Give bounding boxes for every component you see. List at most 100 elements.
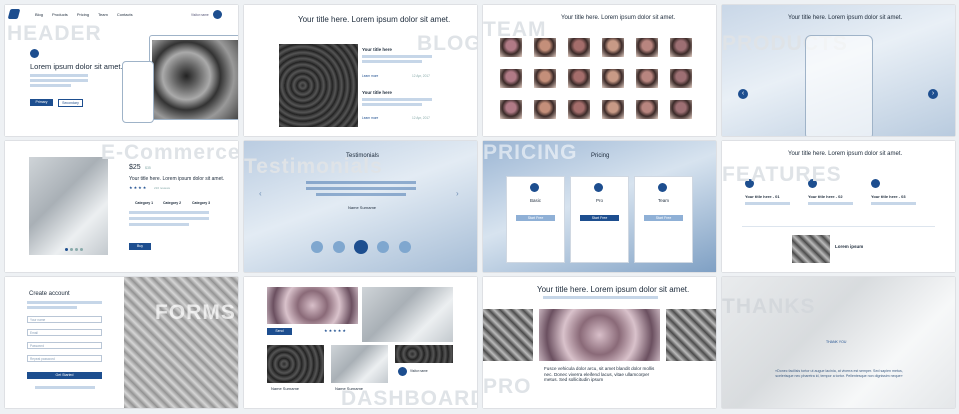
team-member-photo[interactable] [500, 69, 522, 88]
team-member-photo[interactable] [636, 69, 658, 88]
password-field[interactable]: Password [27, 342, 102, 349]
old-price: $35 [145, 166, 151, 170]
carousel-dot[interactable] [70, 248, 73, 251]
slide-watermark: TEAM [483, 18, 547, 41]
avatar[interactable] [213, 10, 222, 19]
plan-icon [530, 183, 539, 192]
next-arrow-icon[interactable]: › [928, 89, 938, 99]
next-arrow-icon[interactable]: › [456, 189, 459, 198]
nav-products[interactable]: Products [52, 12, 68, 17]
team-member-photo[interactable] [636, 100, 658, 119]
name-field[interactable]: Your name [27, 316, 102, 323]
plan-icon [658, 183, 667, 192]
slide-watermark: BLOG [417, 32, 477, 55]
phone-frame [122, 61, 154, 123]
post2-title[interactable]: Your title here [362, 90, 392, 95]
author-name: Name Surname [348, 205, 377, 210]
slide-pro: Your title here. Lorem ipsum dolor sit a… [483, 277, 716, 408]
prev-arrow-icon[interactable]: ‹ [738, 89, 748, 99]
slide-watermark: PRICING [483, 141, 578, 164]
team-member-photo[interactable] [670, 69, 692, 88]
carousel-dot[interactable] [65, 248, 68, 251]
plan-name: Pro [595, 198, 603, 203]
pro-text: Fusce vehicula dolor arcu, sit amet blan… [544, 366, 655, 383]
feature-3-title: Your title here - 03 [871, 194, 906, 199]
slide-thanks: THANKS THANK YOU «Donec facilisis tortor… [722, 277, 955, 408]
avatar[interactable] [398, 367, 407, 376]
slide-blog: Your title here. Lorem ipsum dolor sit a… [244, 5, 477, 136]
team-member-photo[interactable] [568, 38, 590, 57]
avatar[interactable] [333, 241, 345, 253]
slide-header: Blog Products Pricing Team Contacts Visi… [5, 5, 238, 136]
pro-title: Your title here. Lorem ipsum dolor sit a… [537, 285, 690, 294]
plan-button[interactable]: Start Free [644, 215, 683, 221]
team-member-photo[interactable] [602, 100, 624, 119]
get-started-button[interactable]: Get Started [27, 372, 102, 379]
avatar[interactable] [354, 240, 368, 254]
email-field[interactable]: Email [27, 329, 102, 336]
tab-category-3[interactable]: Category 3 [192, 201, 210, 205]
product-title: Your title here. Lorem ipsum dolor sit a… [129, 176, 225, 182]
team-member-photo[interactable] [670, 100, 692, 119]
post1-title[interactable]: Your title here [362, 47, 392, 52]
plan-name: Basic [529, 198, 541, 203]
primary-button[interactable]: Primary [30, 99, 53, 106]
team-member-photo[interactable] [568, 100, 590, 119]
slide-watermark: FORMS [155, 301, 236, 324]
nav-team[interactable]: Team [98, 12, 108, 17]
dashboard-photo-1 [267, 287, 358, 324]
team-title: Your title here. Lorem ipsum dolor sit a… [561, 15, 676, 21]
post1-link[interactable]: Learn more [362, 74, 378, 78]
feature-1-title: Your title here - 01 [745, 194, 780, 199]
team-member-photo[interactable] [670, 38, 692, 57]
secondary-button[interactable]: Secondary [58, 99, 83, 107]
form-title: Create account [29, 291, 70, 297]
tab-category-1[interactable]: Category 1 [135, 201, 153, 205]
plan-icon [594, 183, 603, 192]
pricing-title: Pricing [591, 153, 610, 159]
nav-contacts[interactable]: Contacts [117, 12, 133, 17]
team-member-photo[interactable] [602, 38, 624, 57]
team-member-photo[interactable] [568, 69, 590, 88]
carousel-dot[interactable] [75, 248, 78, 251]
plan-button[interactable]: Start Free [580, 215, 619, 221]
prev-arrow-icon[interactable]: ‹ [259, 189, 262, 198]
quote-text: «Donec facilisis tortor ut augue lacinia… [775, 369, 903, 378]
tab-category-2[interactable]: Category 2 [163, 201, 181, 205]
slide-products: Your title here. Lorem ipsum dolor sit a… [722, 5, 955, 136]
slide-features: Your title here. Lorem ipsum dolor sit a… [722, 141, 955, 272]
slide-team: TEAM Your title here. Lorem ipsum dolor … [483, 5, 716, 136]
price: $25 [129, 164, 141, 171]
post2-link[interactable]: Learn more [362, 116, 378, 120]
slide-watermark: E-Commerce [101, 141, 238, 164]
nav-blog[interactable]: Blog [35, 12, 43, 17]
slide-forms: FORMS Create account Your name Email Pas… [5, 277, 238, 408]
post2-date: 12 Apr, 2017 [412, 116, 430, 120]
thanks-label: THANK YOU [826, 340, 847, 344]
avatar[interactable] [377, 241, 389, 253]
pro-photo-main [539, 309, 660, 361]
feature-caption: Lorem ipsum [835, 244, 864, 249]
rating-stars-icon: ★★★★ [129, 185, 148, 190]
testimonials-title: Testimonials [346, 153, 380, 159]
team-member-photo[interactable] [534, 100, 556, 119]
feature-photo [792, 235, 830, 263]
team-member-photo[interactable] [636, 38, 658, 57]
send-button[interactable]: Send [267, 328, 292, 335]
dashboard-photo-3 [267, 345, 324, 383]
forms-photo [124, 277, 238, 408]
nav-pricing[interactable]: Pricing [77, 12, 89, 17]
plan-card-basic: Basic Start Free [506, 176, 565, 263]
team-member-photo[interactable] [500, 100, 522, 119]
avatar[interactable] [311, 241, 323, 253]
team-member-photo[interactable] [602, 69, 624, 88]
team-member-photo[interactable] [534, 69, 556, 88]
carousel-dot[interactable] [80, 248, 83, 251]
pro-photo-left [483, 309, 533, 361]
plan-button[interactable]: Start Free [516, 215, 555, 221]
dashboard-photo-4 [331, 345, 388, 383]
repeat-password-field[interactable]: Repeat password [27, 355, 102, 362]
slide-ecommerce: E-Commerce $25 $35 Your title here. Lore… [5, 141, 238, 272]
avatar[interactable] [399, 241, 411, 253]
buy-button[interactable]: Buy [129, 243, 151, 250]
